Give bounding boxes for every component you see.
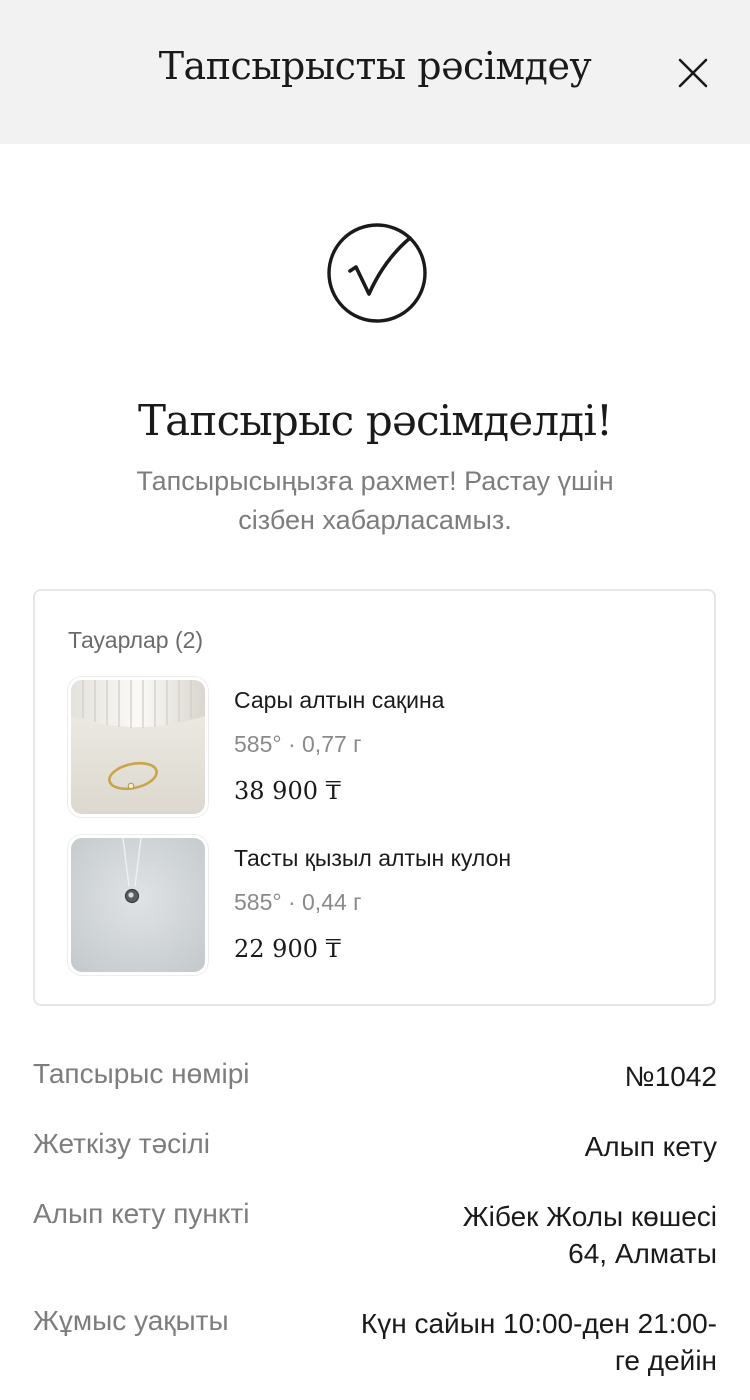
working-hours-line: Күн сайын 10:00-ден 21:00- bbox=[360, 1308, 717, 1339]
item-name: Сары алтын сақина bbox=[234, 687, 445, 713]
items-heading: Тауарлар (2) bbox=[68, 627, 204, 653]
detail-label: Тапсырыс нөмірі bbox=[33, 1058, 250, 1089]
detail-label: Жұмыс уақыты bbox=[33, 1305, 229, 1336]
success-subtitle: Тапсырысыңызға рахмет! Растау үшін сізбе… bbox=[136, 466, 614, 535]
item-meta: 585° · 0,77 г bbox=[234, 731, 362, 757]
detail-label: Алып кету пункті bbox=[33, 1198, 250, 1229]
close-button[interactable] bbox=[664, 44, 722, 102]
success-title: Тапсырыс рәсімделді! bbox=[137, 396, 613, 445]
gold-ring-image[interactable] bbox=[68, 677, 208, 817]
pickup-point-line: 64, Алматы bbox=[568, 1238, 717, 1269]
item-name: Тасты қызыл алтын кулон bbox=[234, 845, 512, 871]
item-price: 38 900 ₸ bbox=[234, 777, 341, 805]
order-number-value: №1042 bbox=[624, 1061, 717, 1092]
pendant-image[interactable] bbox=[68, 835, 208, 975]
order-items-card: Тауарлар (2) Сары алтын сақина 585° · 0,… bbox=[33, 589, 716, 1006]
list-item[interactable]: Сары алтын сақина 585° · 0,77 г 38 900 ₸ bbox=[68, 677, 688, 817]
item-price: 22 900 ₸ bbox=[234, 935, 341, 963]
pickup-point-value: Жібек Жолы көшесі 64, Алматы bbox=[463, 1198, 717, 1272]
detail-label: Жеткізу тәсілі bbox=[33, 1128, 210, 1159]
success-check-icon bbox=[326, 222, 428, 324]
working-hours-line: ге дейін bbox=[614, 1345, 717, 1376]
close-icon bbox=[678, 58, 708, 88]
header-bar: Тапсырысты рәсімдеу bbox=[0, 0, 750, 144]
working-hours-value: Күн сайын 10:00-ден 21:00- ге дейін bbox=[361, 1305, 717, 1379]
item-meta: 585° · 0,44 г bbox=[234, 889, 362, 915]
page-title: Тапсырысты рәсімдеу bbox=[158, 44, 592, 88]
pickup-point-line: Жібек Жолы көшесі bbox=[462, 1201, 717, 1232]
list-item[interactable]: Тасты қызыл алтын кулон 585° · 0,44 г 22… bbox=[68, 835, 688, 975]
delivery-method-value: Алып кету bbox=[584, 1131, 717, 1162]
